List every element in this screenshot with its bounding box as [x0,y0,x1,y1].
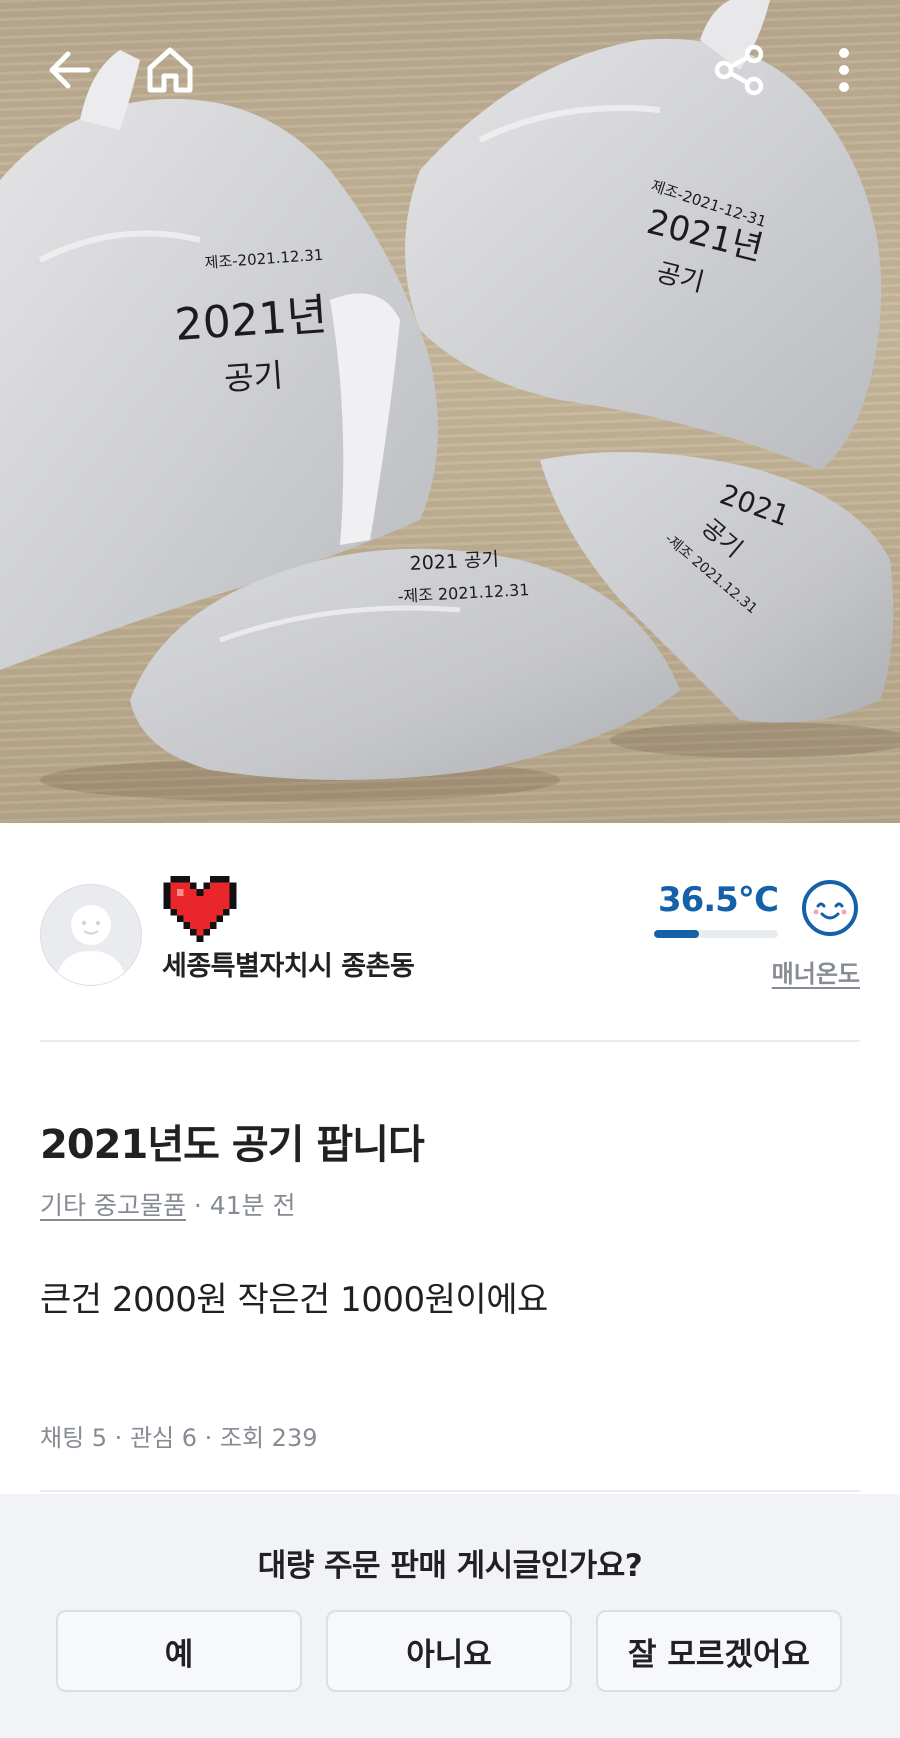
manner-temp-label[interactable]: 매너온도 [772,954,860,989]
share-icon [714,44,764,96]
back-arrow-icon [49,51,91,89]
bag3-line1-label: 2021 공기 [409,548,499,575]
bag1-sub-label: 공기 [223,356,284,398]
profile-divider [40,1040,860,1042]
default-avatar-icon [55,905,127,985]
share-button[interactable] [708,38,772,102]
more-options-button[interactable] [812,38,876,102]
avatar[interactable] [40,884,142,986]
post-meta: 기타 중고물품 · 41분 전 [40,1186,296,1222]
post-title: 2021년도 공기 팝니다 [40,1122,425,1168]
category-link[interactable]: 기타 중고물품 [40,1191,186,1220]
manner-temp-fill [654,930,700,938]
post-content: 큰건 2000원 작은건 1000원이에요 [40,1280,548,1320]
survey-no-button[interactable]: 아니요 [326,1610,572,1692]
bag1-main-label: 2021년 [173,289,329,351]
top-navigation [0,0,900,150]
manner-temperature[interactable]: 36.5℃ 매너온도 [640,870,860,990]
content-divider [40,1490,860,1492]
manner-temp-bar [654,930,778,938]
survey-unsure-button[interactable]: 잘 모르겠어요 [596,1610,842,1692]
bulk-order-survey: 대량 주문 판매 게시글인가요? 예 아니요 잘 모르겠어요 [0,1494,900,1738]
product-photo[interactable]: 제조-2021.12.31 2021년 공기 제조-2021-12-31 202… [0,0,900,823]
post-stats: 채팅 5 · 관심 6 · 조회 239 [40,1424,318,1452]
smiley-face-icon [802,880,858,936]
survey-yes-button[interactable]: 예 [56,1610,302,1692]
home-icon [147,47,193,93]
seller-profile[interactable]: 세종특별자치시 종촌동 36.5℃ 매너온도 [40,870,860,990]
manner-temp-value: 36.5℃ [657,880,779,920]
home-button[interactable] [138,38,202,102]
more-vertical-icon [839,48,849,92]
pixel-heart-icon [163,876,237,942]
post-time: · 41분 전 [185,1191,296,1220]
back-button[interactable] [38,38,102,102]
seller-location: 세종특별자치시 종촌동 [162,951,415,982]
survey-question: 대량 주문 판매 게시글인가요? [257,1548,643,1584]
